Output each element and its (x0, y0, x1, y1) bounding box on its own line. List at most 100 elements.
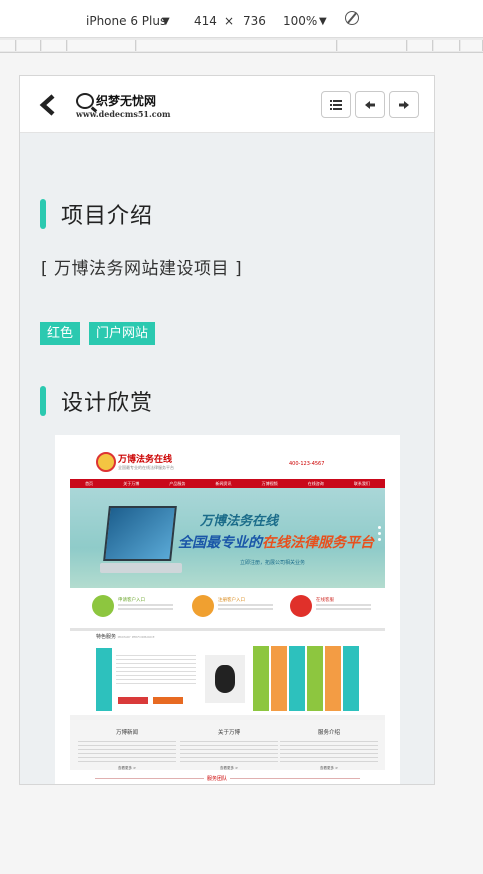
arrow-left-icon (365, 100, 375, 109)
ruler-segment[interactable] (42, 40, 67, 51)
preview-nav-item: 关于万博 (123, 480, 140, 486)
preview-entry-label: 注册客户入口 (218, 598, 245, 603)
user-icon (192, 595, 214, 617)
preview-lower-section: 万博新闻 查看更多 > 关于万博 查看更多 > 服务介绍 查看更多 > (70, 720, 385, 770)
devtools-device-toolbar: iPhone 6 Plus ▼ 414 × 736 100% ▼ (0, 0, 483, 38)
ruler-segment[interactable] (0, 40, 16, 51)
preview-entry-label: 申请客户入口 (118, 598, 145, 603)
heading-accent-bar (40, 199, 46, 229)
ruler-segment[interactable] (17, 40, 41, 51)
logo-mark-icon (76, 93, 94, 109)
preview-column-title: 关于万博 (217, 730, 240, 736)
preview-banner-title: 万博法务在线 (200, 514, 279, 529)
preview-feature-column (253, 646, 269, 711)
logo-url: www.dedecms51.com (76, 109, 171, 119)
menu-list-icon (330, 99, 342, 110)
menu-button[interactable] (321, 91, 351, 118)
page-header: 织梦无忧网 www.dedecms51.com (20, 76, 434, 133)
preview-nav-item: 万博视频 (261, 480, 278, 486)
preview-feature-column (271, 646, 287, 711)
ruler-segment[interactable] (461, 40, 483, 51)
preview-column-title: 服务介绍 (317, 730, 340, 736)
tag-red[interactable]: 红色 (40, 322, 81, 345)
zoom-dropdown-icon[interactable]: ▼ (319, 16, 327, 27)
preview-site-title: 万博法务在线 (118, 455, 173, 465)
project-intro-heading: 项目介绍 (40, 198, 153, 230)
preview-feature-box (96, 648, 112, 711)
preview-divider (70, 628, 385, 631)
preview-feature-title-en: PRIMARY PERFORMANCE (117, 635, 155, 639)
preview-feature-button (118, 697, 148, 704)
preview-entry-label: 在线客服 (316, 598, 334, 603)
preview-about-column: 关于万博 查看更多 > (180, 728, 278, 771)
preview-site-sub: 全国最专业的在线法律服务平台 (118, 465, 174, 470)
preview-slogan-part: 在线法律服务平台 (262, 535, 374, 551)
tag-portal[interactable]: 门户网站 (89, 322, 156, 345)
preview-feature-column (289, 646, 305, 711)
preview-entry: 注册客户入口 (180, 593, 280, 619)
width-field[interactable]: 414 (194, 14, 217, 28)
preview-phone: 400-123-4567 (289, 461, 325, 467)
preview-entry: 在线客服 (278, 593, 378, 619)
preview-feature-column (307, 646, 323, 711)
preview-feature-title: 特色服务 PRIMARY PERFORMANCE (96, 633, 155, 640)
logo-name: 织梦无忧网 (96, 94, 157, 108)
preview-feature-text (116, 655, 196, 685)
preview-nav-item: 产品服务 (169, 480, 186, 486)
preview-carousel-dots (378, 526, 381, 544)
ruler-segment[interactable] (68, 40, 136, 51)
preview-more-link: 查看更多 > (219, 766, 239, 770)
design-title: 设计欣赏 (61, 391, 154, 416)
preview-entries: 申请客户入口 注册客户入口 在线客服 (70, 591, 385, 621)
design-preview-image[interactable]: 万博法务在线 全国最专业的在线法律服务平台 400-123-4567 首页 关于… (55, 435, 400, 784)
site-logo[interactable]: 织梦无忧网 www.dedecms51.com (76, 90, 170, 120)
ruler-segment[interactable] (408, 40, 433, 51)
ruler-segment[interactable] (137, 40, 337, 51)
preview-service-column: 服务介绍 查看更多 > (280, 728, 378, 771)
ruler-segment[interactable] (338, 40, 407, 51)
preview-nav: 首页 关于万博 产品服务 新闻资讯 万博视频 在线咨询 联系我们 (70, 479, 385, 488)
preview-header: 万博法务在线 全国最专业的在线法律服务平台 400-123-4567 (70, 447, 385, 477)
preview-feature-column (343, 646, 359, 711)
preview-nav-item: 新闻资讯 (215, 480, 232, 486)
preview-news-column: 万博新闻 查看更多 > (78, 728, 176, 771)
preview-more-link: 查看更多 > (319, 766, 339, 770)
preview-feature-title-zh: 特色服务 (96, 634, 117, 640)
height-field[interactable]: 736 (243, 14, 266, 28)
preview-emblem-icon (96, 452, 116, 472)
user-icon (92, 595, 114, 617)
next-button[interactable] (389, 91, 419, 118)
mobile-viewport: 织梦无忧网 www.dedecms51.com 项目介绍 [ 万博法务网站建设项… (19, 75, 435, 785)
project-intro-title: 项目介绍 (61, 204, 154, 229)
project-name: [ 万博法务网站建设项目 ] (41, 259, 243, 279)
preview-entry: 申请客户入口 (80, 593, 180, 619)
headset-icon (290, 595, 312, 617)
preview-feature-photo (205, 655, 245, 703)
preview-keyboard-icon (100, 563, 182, 573)
preview-team-title: 服务团队 (204, 775, 231, 782)
preview-feature-column (325, 646, 341, 711)
preview-nav-item: 联系我们 (353, 480, 370, 486)
arrow-right-icon (399, 100, 409, 109)
previous-button[interactable] (355, 91, 385, 118)
zoom-select[interactable]: 100% (283, 14, 317, 28)
project-tags: 红色 门户网站 (40, 322, 156, 345)
preview-laptop-icon (103, 506, 177, 561)
preview-banner: 万博法务在线 全国最专业的在线法律服务平台 立即注册，拓展公司相关业务 (70, 488, 385, 588)
dimension-separator: × (224, 14, 235, 28)
heading-accent-bar (40, 386, 46, 416)
preview-banner-slogan: 全国最专业的在线法律服务平台 (178, 532, 374, 552)
ruler-segment[interactable] (434, 40, 460, 51)
preview-column-title: 万博新闻 (115, 730, 138, 736)
media-query-ruler[interactable] (0, 38, 483, 53)
preview-nav-item: 在线咨询 (307, 480, 324, 486)
preview-slogan-part: 全国最专业的 (178, 535, 262, 551)
rotate-icon[interactable] (345, 11, 359, 25)
design-heading: 设计欣赏 (40, 385, 153, 417)
preview-banner-note: 立即注册，拓展公司相关业务 (240, 560, 306, 566)
preview-nav-item: 首页 (85, 480, 94, 486)
back-chevron-icon[interactable] (38, 94, 58, 116)
device-dropdown-icon[interactable]: ▼ (162, 16, 170, 27)
device-select[interactable]: iPhone 6 Plus (86, 14, 166, 28)
preview-feature-button (153, 697, 183, 704)
